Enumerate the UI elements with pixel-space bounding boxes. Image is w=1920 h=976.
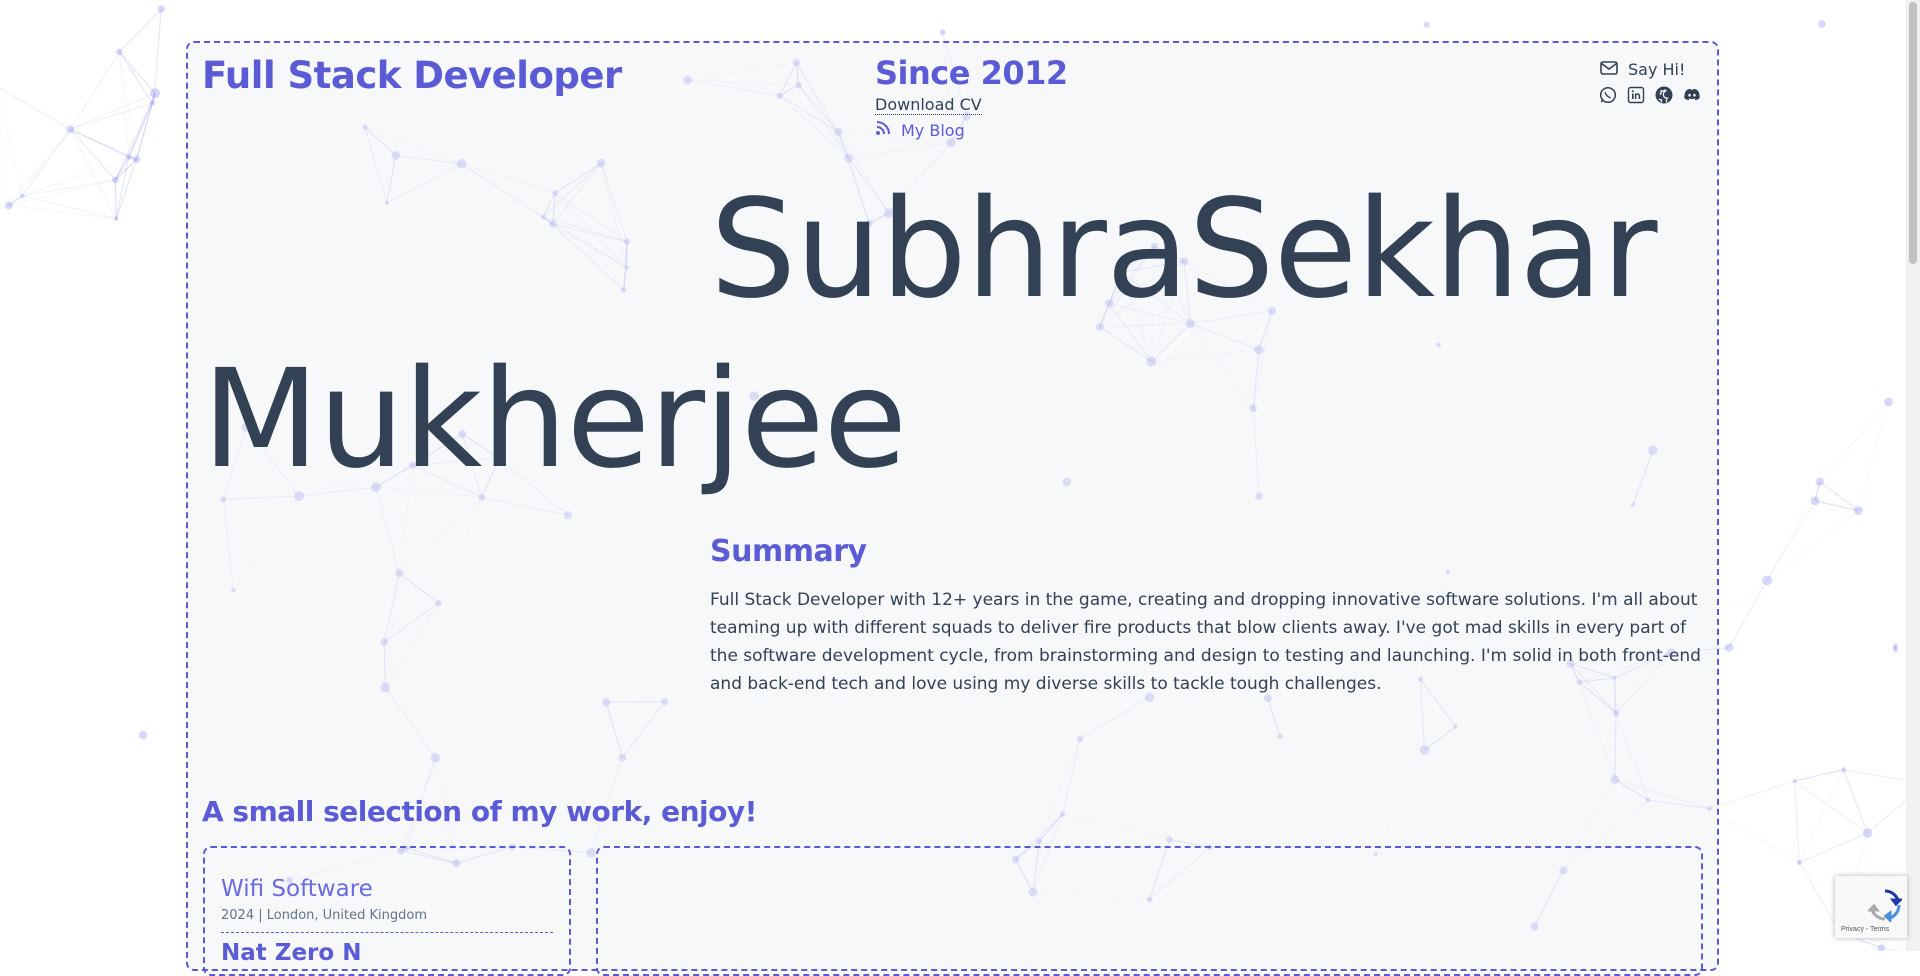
hero-last-name: Mukherjee xyxy=(202,340,906,500)
envelope-icon xyxy=(1600,60,1618,79)
project-list-card: Wifi Software 2024 | London, United King… xyxy=(203,846,571,976)
download-cv-link[interactable]: Download CV xyxy=(875,96,982,115)
blog-label: My Blog xyxy=(901,121,965,140)
summary-text: Full Stack Developer with 12+ years in t… xyxy=(710,586,1705,698)
social-links xyxy=(1599,86,1701,104)
role-title: Full Stack Developer xyxy=(202,54,622,97)
linkedin-icon[interactable] xyxy=(1627,86,1645,104)
since-year: Since 2012 xyxy=(875,54,1068,92)
project-title[interactable]: Nat Zero N xyxy=(221,940,361,966)
discord-icon[interactable] xyxy=(1683,86,1701,104)
project-meta: 2024 | London, United Kingdom xyxy=(221,908,427,923)
project-preview-card xyxy=(596,846,1703,976)
recaptcha-logo-icon xyxy=(1868,888,1902,927)
scrollbar-thumb[interactable] xyxy=(1909,2,1917,264)
recaptcha-badge[interactable]: Privacy - Terms xyxy=(1835,876,1907,938)
blog-icon xyxy=(875,120,891,140)
github-icon[interactable] xyxy=(1655,86,1673,104)
hero-first-name: SubhraSekhar xyxy=(710,170,1657,330)
say-hi-label: Say Hi! xyxy=(1628,60,1685,79)
whatsapp-icon[interactable] xyxy=(1599,86,1617,104)
work-heading: A small selection of my work, enjoy! xyxy=(202,795,757,828)
recaptcha-links[interactable]: Privacy - Terms xyxy=(1841,926,1889,933)
project-title[interactable]: Wifi Software xyxy=(221,876,373,902)
say-hi-link[interactable]: Say Hi! xyxy=(1600,60,1685,79)
summary-heading: Summary xyxy=(710,534,867,569)
blog-link[interactable]: My Blog xyxy=(875,120,965,140)
page-scrollbar[interactable] xyxy=(1906,0,1920,951)
project-divider xyxy=(221,932,553,933)
